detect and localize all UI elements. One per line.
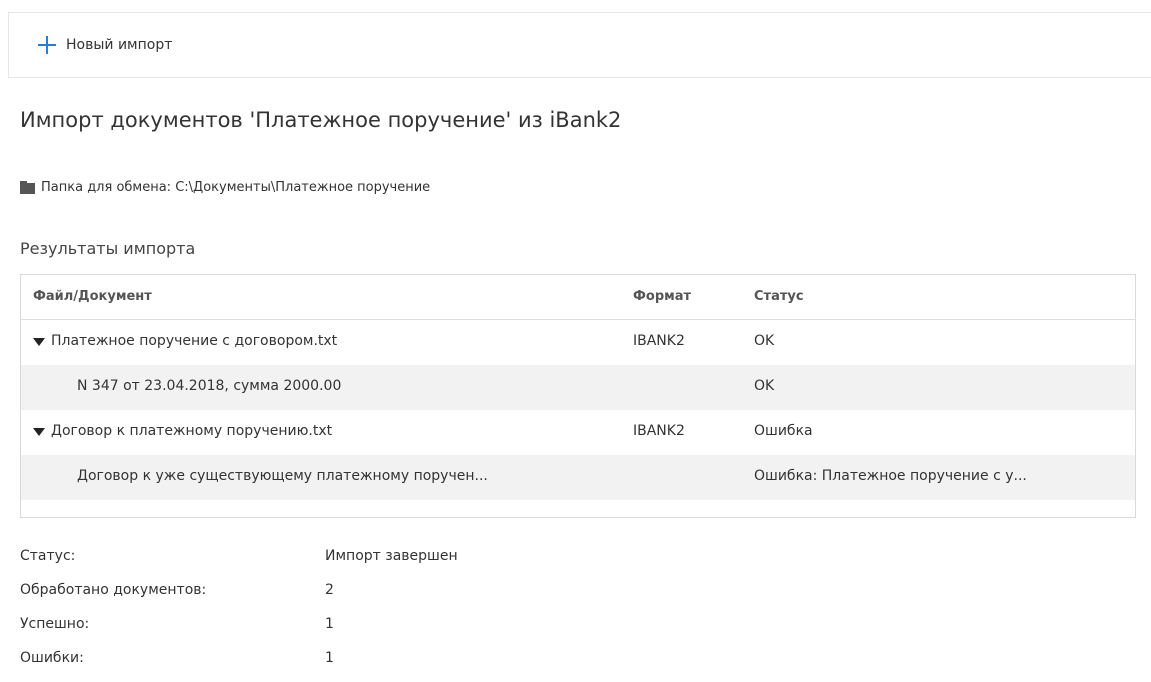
summary-errors: Ошибки: 1 [20,650,620,682]
page-title: Импорт документов 'Платежное поручение' … [20,108,622,132]
results-table-header: Файл/Документ Формат Статус [21,275,1135,320]
exchange-folder-label: Папка для обмена: [41,180,172,195]
document-name: Договор к уже существующему платежному п… [77,468,488,484]
caret-down-icon[interactable] [33,428,45,436]
summary-status-value: Импорт завершен [325,548,458,564]
toolbar: Новый импорт [8,12,1151,78]
summary-processed-label: Обработано документов: [20,582,207,598]
caret-down-icon[interactable] [33,338,45,346]
row-format: IBANK2 [633,333,685,349]
row-status: OK [754,378,775,394]
file-name: Договор к платежному поручению.txt [51,423,333,439]
row-status: Ошибка: Платежное поручение с у... [754,468,1027,484]
import-summary: Статус: Импорт завершен Обработано докум… [20,548,620,682]
results-table: Файл/Документ Формат Статус Платежное по… [20,274,1136,518]
summary-status: Статус: Импорт завершен [20,548,620,582]
exchange-folder: Папка для обмена: C:\Документы\Платежное… [20,180,430,195]
exchange-folder-path: C:\Документы\Платежное поручение [175,180,431,195]
import-page: Новый импорт Импорт документов 'Платежно… [0,0,1151,682]
summary-success-label: Успешно: [20,616,90,632]
plus-icon [37,35,57,55]
new-import-label: Новый импорт [66,37,173,53]
row-status: OK [754,333,775,349]
table-row-file[interactable]: Договор к платежному поручению.txt IBANK… [21,410,1135,455]
folder-icon [20,181,35,194]
row-format: IBANK2 [633,423,685,439]
column-header-format[interactable]: Формат [633,289,691,304]
table-row-file[interactable]: Платежное поручение с договором.txt IBAN… [21,320,1135,365]
row-status: Ошибка [754,423,813,439]
summary-success-value: 1 [325,616,334,632]
file-name: Платежное поручение с договором.txt [51,333,338,349]
summary-status-label: Статус: [20,548,76,564]
table-row-document[interactable]: Договор к уже существующему платежному п… [21,455,1135,500]
new-import-button[interactable]: Новый импорт [37,35,172,55]
column-header-status[interactable]: Статус [754,289,804,304]
document-name: N 347 от 23.04.2018, сумма 2000.00 [77,378,342,394]
table-row-document[interactable]: N 347 от 23.04.2018, сумма 2000.00 OK [21,365,1135,410]
summary-errors-value: 1 [325,650,334,666]
summary-processed-value: 2 [325,582,334,598]
summary-errors-label: Ошибки: [20,650,84,666]
summary-processed: Обработано документов: 2 [20,582,620,616]
results-title: Результаты импорта [20,239,196,258]
summary-success: Успешно: 1 [20,616,620,650]
column-header-file[interactable]: Файл/Документ [33,289,152,304]
